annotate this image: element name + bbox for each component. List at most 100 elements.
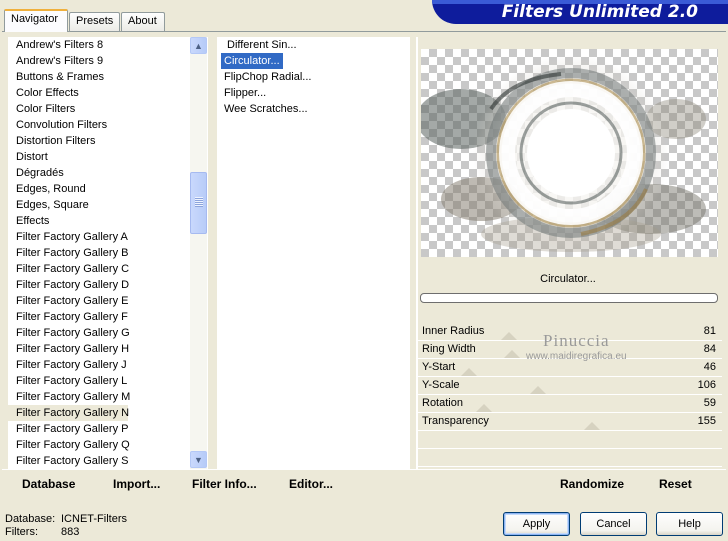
preview-image — [421, 49, 718, 257]
slider-label: Y-Scale — [422, 379, 460, 391]
slider-thumb[interactable] — [504, 350, 521, 358]
preview-artwork — [421, 55, 706, 252]
slider-row[interactable]: Transparency 155 — [418, 413, 722, 431]
tab-presets[interactable]: Presets — [69, 12, 120, 31]
filter-info-button[interactable]: Filter Info... — [192, 477, 257, 491]
category-item[interactable]: Filter Factory Gallery B — [8, 245, 208, 261]
filter-item[interactable]: Wee Scratches... — [217, 101, 410, 117]
category-item[interactable]: Andrew's Filters 8 — [8, 37, 208, 53]
scroll-up-button[interactable]: ▲ — [190, 37, 207, 54]
import-button[interactable]: Import... — [113, 477, 160, 491]
slider-label: Y-Start — [422, 361, 456, 373]
category-item[interactable]: Color Filters — [8, 101, 208, 117]
empty-slider-row — [418, 431, 722, 449]
category-scrollbar[interactable]: ▲ ▼ — [190, 37, 207, 469]
slider-label: Rotation — [422, 397, 463, 409]
tab-navigator-label: Navigator — [11, 13, 59, 25]
scroll-down-button[interactable]: ▼ — [190, 451, 207, 468]
database-label: Database: — [5, 513, 56, 525]
apply-button[interactable]: Apply — [503, 512, 570, 536]
category-item[interactable]: Distort — [8, 149, 208, 165]
tab-presets-label: Presets — [76, 15, 114, 27]
category-item[interactable]: Filter Factory Gallery G — [8, 325, 208, 341]
database-button[interactable]: Database — [22, 477, 75, 491]
editor-button[interactable]: Editor... — [289, 477, 333, 491]
reset-button-label: Reset — [659, 477, 692, 491]
category-item[interactable]: Filter Factory Gallery J — [8, 357, 208, 373]
filter-item[interactable]: Circulator... — [217, 52, 410, 70]
reset-button[interactable]: Reset — [659, 477, 692, 491]
slider-row[interactable]: Rotation 59 — [418, 395, 722, 413]
category-item[interactable]: Filter Factory Gallery M — [8, 389, 208, 405]
category-item[interactable]: Edges, Round — [8, 181, 208, 197]
category-item[interactable]: Filter Factory Gallery D — [8, 277, 208, 293]
chevron-up-icon: ▲ — [194, 40, 203, 51]
slider-value: 84 — [703, 343, 716, 355]
category-item[interactable]: Filter Factory Gallery Q — [8, 437, 208, 453]
slider-value: 106 — [697, 379, 716, 391]
category-item[interactable]: Convolution Filters — [8, 117, 208, 133]
category-item[interactable]: Filter Factory Gallery E — [8, 293, 208, 309]
category-item[interactable]: Filter Factory Gallery F — [8, 309, 208, 325]
cancel-button[interactable]: Cancel — [580, 512, 647, 536]
category-item[interactable]: Distortion Filters — [8, 133, 208, 149]
slider-row[interactable]: Ring Width 84 — [418, 341, 722, 359]
category-item[interactable]: Effects — [8, 213, 208, 229]
tab-about[interactable]: About — [121, 12, 165, 31]
category-item[interactable]: Filter Factory Gallery S — [8, 453, 208, 469]
tab-about-label: About — [128, 15, 157, 27]
slider-thumb[interactable] — [501, 332, 518, 340]
filter-item[interactable]: FlipChop Radial... — [217, 69, 410, 85]
filters-count-value: 883 — [61, 526, 80, 538]
slider-row[interactable]: Y-Start 46 — [418, 359, 722, 377]
database-button-label: Database — [22, 477, 76, 491]
slider-thumb[interactable] — [461, 368, 478, 376]
bottom-toolbar: Database Import... Filter Info... Editor… — [2, 469, 726, 499]
category-item[interactable]: Filter Factory Gallery N — [8, 405, 129, 421]
category-item[interactable]: Buttons & Frames — [8, 69, 208, 85]
chevron-down-icon: ▼ — [194, 454, 203, 465]
category-item[interactable]: Filter Factory Gallery L — [8, 373, 208, 389]
editor-button-label: Editor... — [289, 477, 334, 491]
category-item[interactable]: Color Effects — [8, 85, 208, 101]
category-list-items: Andrew's Filters 8 Andrew's Filters 9 Butt… — [8, 37, 208, 469]
category-item[interactable]: Edges, Square — [8, 197, 208, 213]
category-item[interactable]: Andrew's Filters 9 — [8, 53, 208, 69]
slider-value: 46 — [703, 361, 716, 373]
filter-list-items: Different Sin... Circulator... FlipChop Ra… — [217, 37, 410, 117]
slider-thumb[interactable] — [583, 422, 600, 430]
progress-bar — [420, 293, 718, 303]
filter-item[interactable]: Different Sin... — [217, 37, 410, 53]
category-item[interactable]: Filter Factory Gallery H — [8, 341, 208, 357]
slider-label: Inner Radius — [422, 325, 485, 337]
slider-value: 59 — [703, 397, 716, 409]
preview-panel: Circulator... Inner Radius 81 Ring Width 84… — [416, 37, 722, 469]
database-info: Database: ICNET-Filters Filters: 883 — [5, 513, 127, 539]
tab-navigator[interactable]: Navigator — [4, 9, 68, 32]
slider-row[interactable]: Y-Scale 106 — [418, 377, 722, 395]
category-item[interactable]: Dégradés — [8, 165, 208, 181]
slider-value: 155 — [697, 415, 716, 427]
scroll-thumb[interactable] — [190, 172, 207, 234]
slider-list: Inner Radius 81 Ring Width 84 Y-Start 46 Y-Sca… — [418, 323, 722, 467]
grip-icon — [195, 197, 203, 207]
category-list[interactable]: Andrew's Filters 8 Andrew's Filters 9 Butt… — [8, 37, 208, 469]
slider-label: Transparency — [422, 415, 489, 427]
filter-name-label: Circulator... — [540, 273, 596, 285]
filter-list[interactable]: Different Sin... Circulator... FlipChop Ra… — [217, 37, 410, 469]
empty-slider-row — [418, 449, 722, 467]
slider-label: Ring Width — [422, 343, 476, 355]
slider-row[interactable]: Inner Radius 81 — [418, 323, 722, 341]
category-item[interactable]: Filter Factory Gallery C — [8, 261, 208, 277]
randomize-button-label: Randomize — [560, 477, 625, 491]
slider-thumb[interactable] — [529, 386, 546, 394]
help-button[interactable]: Help — [656, 512, 723, 536]
title-banner: Filters Unlimited 2.0 — [432, 0, 728, 24]
category-item[interactable]: Filter Factory Gallery P — [8, 421, 208, 437]
filters-count-label: Filters: — [5, 526, 38, 538]
category-item[interactable]: Filter Factory Gallery A — [8, 229, 208, 245]
slider-thumb[interactable] — [475, 404, 492, 412]
randomize-button[interactable]: Randomize — [560, 477, 624, 491]
filter-item[interactable]: Flipper... — [217, 85, 410, 101]
filter-info-button-label: Filter Info... — [192, 477, 257, 491]
